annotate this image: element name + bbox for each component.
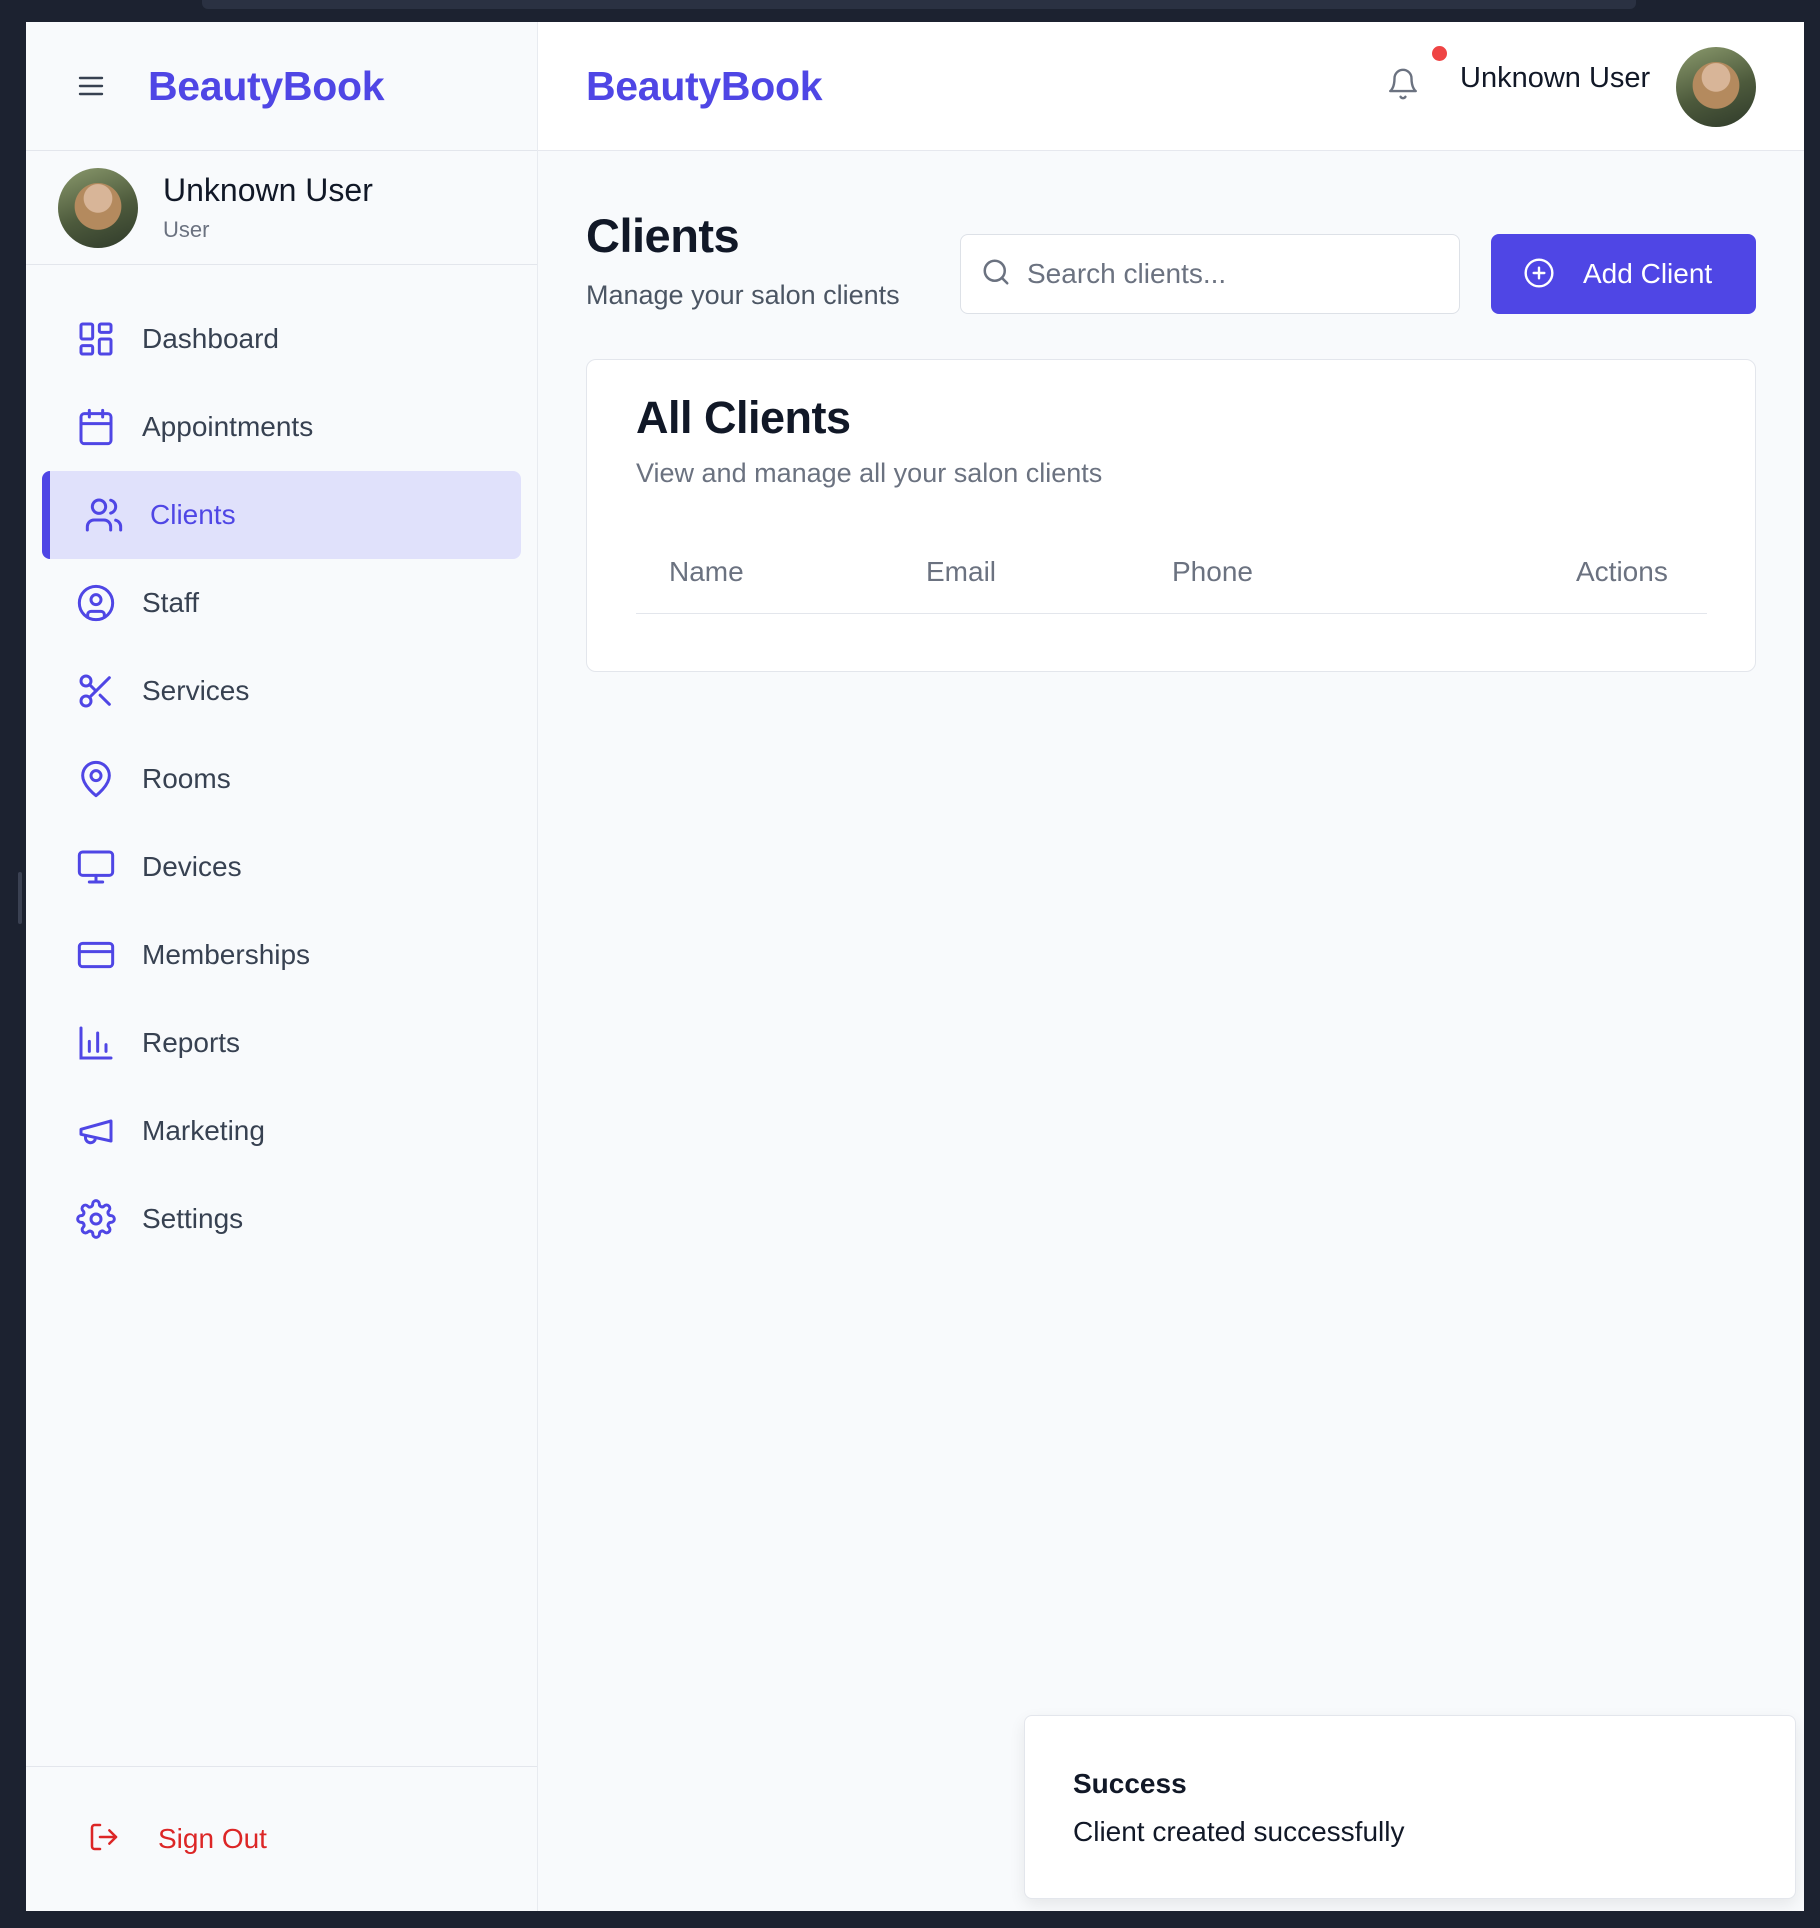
bar-chart-icon <box>74 1021 118 1065</box>
page-subtitle: Manage your salon clients <box>586 280 900 310</box>
sidebar-item-clients[interactable]: Clients <box>42 471 521 559</box>
sidebar-item-dashboard[interactable]: Dashboard <box>42 295 521 383</box>
header-brand[interactable]: BeautyBook <box>586 63 823 110</box>
column-header-phone[interactable]: Phone <box>1172 556 1253 588</box>
sidebar-item-label: Dashboard <box>142 323 279 354</box>
clients-card: All Clients View and manage all your sal… <box>586 359 1756 672</box>
sidebar-header: BeautyBook <box>26 22 537 151</box>
toast-description: Client created successfully <box>1073 1816 1405 1847</box>
sidebar-item-devices[interactable]: Devices <box>42 823 521 911</box>
monitor-icon <box>74 845 118 889</box>
credit-card-icon <box>74 933 118 977</box>
bell-icon[interactable] <box>1386 66 1426 106</box>
notification-dot <box>1432 46 1447 61</box>
search-box[interactable] <box>960 234 1460 314</box>
users-icon <box>82 493 126 537</box>
sign-out-label: Sign Out <box>158 1823 267 1854</box>
map-pin-icon <box>74 757 118 801</box>
sidebar-item-reports[interactable]: Reports <box>42 999 521 1087</box>
sidebar-item-settings[interactable]: Settings <box>42 1175 521 1263</box>
page-header: Clients Manage your salon clients Add Cl… <box>538 151 1804 361</box>
sign-out-button[interactable]: Sign Out <box>88 1821 267 1858</box>
sidebar-item-label: Rooms <box>142 763 231 794</box>
app-window: BeautyBook Unknown User User Dashboard A… <box>26 22 1804 1911</box>
dashboard-icon <box>74 317 118 361</box>
search-icon <box>981 257 1011 292</box>
sidebar-nav: Dashboard Appointments Clients Staff Ser… <box>26 265 537 1263</box>
sidebar-item-label: Settings <box>142 1203 244 1234</box>
page-title: Clients <box>586 209 740 262</box>
sidebar-item-label: Clients <box>150 499 236 530</box>
toast-title: Success <box>1073 1768 1187 1799</box>
hamburger-menu-icon[interactable] <box>76 71 106 101</box>
main-content: BeautyBook Unknown User Clients Manage y… <box>538 22 1804 1911</box>
browser-address-bar <box>202 0 1636 9</box>
sidebar-item-label: Staff <box>142 587 200 618</box>
add-client-label: Add Client <box>1583 258 1713 289</box>
sidebar-item-staff[interactable]: Staff <box>42 559 521 647</box>
sidebar-user-card: Unknown User User <box>26 151 537 265</box>
window-resize-handle[interactable] <box>18 872 22 924</box>
sidebar-item-appointments[interactable]: Appointments <box>42 383 521 471</box>
plus-circle-icon <box>1523 257 1555 292</box>
gear-icon <box>74 1197 118 1241</box>
avatar <box>58 167 138 248</box>
success-toast[interactable]: Success Client created successfully <box>1024 1715 1796 1899</box>
logout-icon <box>88 1821 120 1858</box>
column-header-name[interactable]: Name <box>669 556 744 588</box>
column-header-actions: Actions <box>1576 556 1668 587</box>
header-user-name[interactable]: Unknown User <box>1460 62 1650 95</box>
sidebar: BeautyBook Unknown User User Dashboard A… <box>26 22 538 1911</box>
sidebar-footer: Sign Out <box>26 1766 537 1911</box>
sidebar-item-label: Memberships <box>142 939 311 970</box>
sidebar-item-label: Marketing <box>142 1115 265 1146</box>
sidebar-item-memberships[interactable]: Memberships <box>42 911 521 999</box>
sidebar-item-label: Services <box>142 675 250 706</box>
megaphone-icon <box>74 1109 118 1153</box>
sidebar-item-marketing[interactable]: Marketing <box>42 1087 521 1175</box>
sidebar-item-label: Reports <box>142 1027 241 1058</box>
sidebar-item-services[interactable]: Services <box>42 647 521 735</box>
search-input[interactable] <box>1027 258 1427 290</box>
sidebar-brand[interactable]: BeautyBook <box>148 63 385 110</box>
card-subtitle: View and manage all your salon clients <box>636 458 1103 488</box>
calendar-icon <box>74 405 118 449</box>
sidebar-item-rooms[interactable]: Rooms <box>42 735 521 823</box>
card-title: All Clients <box>636 392 851 443</box>
sidebar-user-role: User <box>163 217 210 242</box>
sidebar-item-label: Devices <box>142 851 242 882</box>
user-circle-icon <box>74 581 118 625</box>
add-client-button[interactable]: Add Client <box>1491 234 1756 314</box>
scissors-icon <box>74 669 118 713</box>
browser-top-strip <box>0 0 1820 22</box>
header-avatar[interactable] <box>1676 47 1756 127</box>
top-header: BeautyBook Unknown User <box>538 22 1804 151</box>
table-header: Name Email Phone Actions <box>636 518 1707 614</box>
column-header-email[interactable]: Email <box>926 556 996 588</box>
sidebar-item-label: Appointments <box>142 411 314 442</box>
sidebar-user-name: Unknown User <box>163 172 373 208</box>
